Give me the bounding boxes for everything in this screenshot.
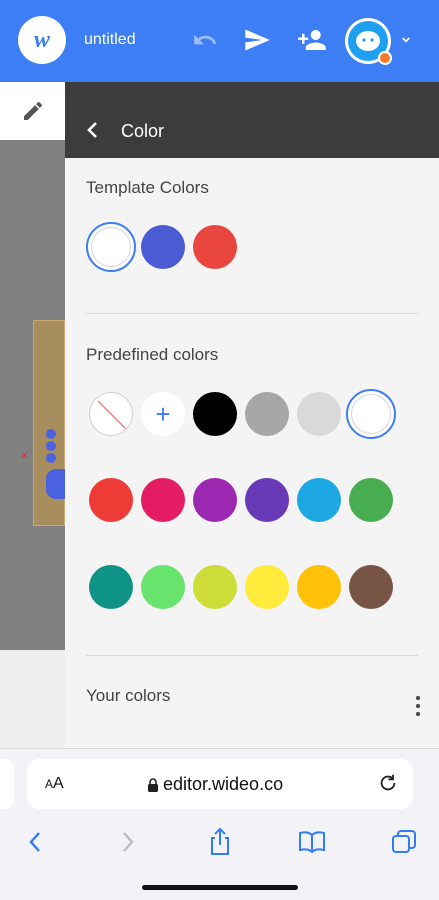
home-indicator	[142, 885, 298, 890]
color-swatch[interactable]	[245, 478, 289, 522]
color-swatch[interactable]	[193, 565, 237, 609]
template-colors-heading: Template Colors	[86, 178, 209, 197]
pencil-icon	[23, 101, 42, 120]
color-swatch[interactable]	[349, 478, 393, 522]
more-vertical-icon[interactable]	[411, 694, 425, 718]
url-display[interactable]: editor.wideo.co	[147, 774, 283, 795]
panel-title: Color	[121, 121, 165, 141]
wideo-logo[interactable]: w	[18, 16, 66, 64]
color-swatch[interactable]	[141, 225, 185, 269]
avatar-icon	[348, 21, 392, 65]
handle-dot[interactable]	[46, 429, 56, 439]
color-swatch[interactable]	[193, 478, 237, 522]
predefined-colors-heading: Predefined colors	[86, 345, 219, 364]
timeline-area	[0, 650, 65, 748]
top-app-bar: w untitled	[0, 0, 439, 82]
handle-dot[interactable]	[46, 441, 56, 451]
color-swatch[interactable]	[297, 565, 341, 609]
app-root: w untitled ✕ Color Template Colors Prede…	[0, 0, 439, 900]
color-swatch-selected[interactable]	[86, 222, 136, 272]
color-swatch-selected[interactable]	[346, 389, 396, 439]
color-swatch[interactable]	[297, 478, 341, 522]
color-swatch[interactable]	[193, 225, 237, 269]
color-swatch[interactable]	[297, 392, 341, 436]
canvas-scene-thumbnail[interactable]	[33, 320, 66, 526]
previous-tab-edge[interactable]	[0, 759, 14, 809]
browser-toolbar: AA editor.wideo.co	[0, 748, 439, 900]
edit-button[interactable]	[0, 82, 65, 140]
no-color-swatch[interactable]	[89, 392, 133, 436]
chevron-down-icon[interactable]	[398, 32, 414, 53]
undo-icon[interactable]	[189, 24, 221, 56]
divider	[86, 655, 418, 656]
share-icon[interactable]	[205, 827, 235, 857]
back-arrow-icon[interactable]	[20, 827, 50, 857]
send-icon[interactable]	[241, 24, 273, 56]
color-swatch[interactable]	[141, 478, 185, 522]
your-colors-heading: Your colors	[86, 686, 171, 705]
back-button[interactable]	[83, 118, 103, 142]
scene-shape	[46, 469, 66, 499]
add-color-button[interactable]: +	[141, 392, 185, 436]
logo-letter: w	[33, 26, 50, 53]
color-panel: Color Template Colors Predefined colors …	[65, 82, 439, 748]
forward-arrow-icon[interactable]	[113, 827, 143, 857]
user-avatar[interactable]	[345, 18, 392, 65]
bookmarks-icon[interactable]	[297, 827, 327, 857]
url-text: editor.wideo.co	[163, 774, 284, 794]
color-swatch[interactable]	[245, 565, 289, 609]
color-swatch[interactable]	[245, 392, 289, 436]
reader-text-size-button[interactable]: AA	[45, 775, 64, 793]
tabs-icon[interactable]	[389, 827, 419, 857]
lock-icon	[148, 777, 158, 792]
color-swatch[interactable]	[89, 565, 133, 609]
canvas-area: ✕	[0, 82, 66, 748]
handle-dot[interactable]	[46, 453, 56, 463]
add-user-icon[interactable]	[296, 24, 328, 56]
panel-header: Color	[65, 82, 439, 158]
chevron-left-icon	[87, 122, 97, 138]
reload-icon[interactable]	[377, 772, 399, 799]
divider	[86, 313, 418, 314]
color-swatch[interactable]	[193, 392, 237, 436]
avatar-badge	[378, 51, 392, 65]
color-swatch[interactable]	[89, 478, 133, 522]
address-bar[interactable]: AA editor.wideo.co	[27, 759, 413, 809]
color-swatch[interactable]	[141, 565, 185, 609]
close-marker-icon: ✕	[20, 451, 29, 462]
document-title[interactable]: untitled	[84, 31, 136, 49]
color-swatch[interactable]	[349, 565, 393, 609]
canvas-preview[interactable]: ✕	[0, 140, 66, 650]
